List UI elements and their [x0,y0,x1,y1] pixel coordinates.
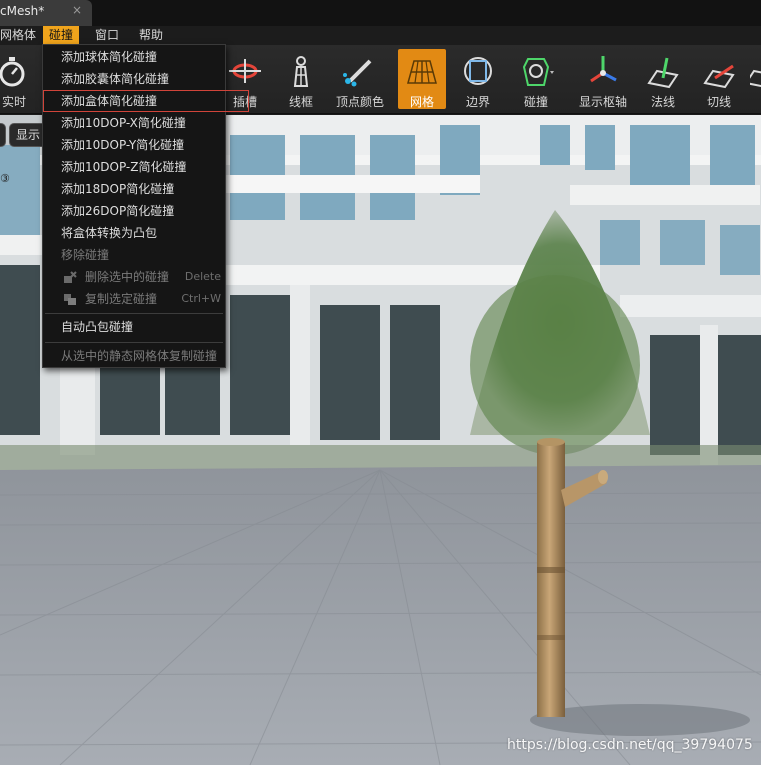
duplicate-shortcut: Ctrl+W [181,292,221,305]
delete-selected-collision-label: 删除选中的碰撞 [85,270,170,284]
normals-label: 法线 [650,95,675,109]
menu-help[interactable]: 帮助 [133,26,169,45]
grid-button[interactable]: 网格 [398,49,446,109]
add-10dop-x-collision-item[interactable]: 添加10DOP-X简化碰撞 [43,112,225,134]
add-18dop-collision-item[interactable]: 添加18DOP简化碰撞 [43,178,225,200]
add-10dop-z-collision-item[interactable]: 添加10DOP-Z简化碰撞 [43,156,225,178]
delete-selected-collision-item: 删除选中的碰撞 Delete [43,266,225,288]
viewport-options-button[interactable] [0,123,6,147]
duplicate-selected-collision-label: 复制选定碰撞 [85,292,158,306]
realtime-label: 实时 [1,95,26,109]
wireframe-icon [293,56,309,87]
convert-box-to-convex-item[interactable]: 将盒体转换为凸包 [43,222,225,244]
collision-button[interactable]: 碰撞 [510,49,562,109]
collision-icon [522,58,554,86]
stopwatch-icon [0,57,25,87]
wireframe-button[interactable]: 线框 [280,49,322,109]
add-sphere-collision-item[interactable]: 添加球体简化碰撞 [43,46,225,68]
tangents-button[interactable]: 切线 [698,49,740,109]
copy-collision-from-selected-item: 从选中的静态网格体复制碰撞 [61,349,218,363]
grid-icon [407,60,437,84]
collision-dropdown: 添加球体简化碰撞 添加胶囊体简化碰撞 添加盒体简化碰撞 添加10DOP-X简化碰… [42,44,249,368]
document-tab-title: cMesh* [0,4,45,18]
bounds-button[interactable]: 边界 [456,49,500,109]
tangents-icon [703,64,735,89]
more-toolbar-button[interactable] [750,49,761,109]
delete-collision-icon [64,271,77,283]
duplicate-selected-collision-item: 复制选定碰撞 Ctrl+W [43,288,225,310]
vertex-color-icon [343,59,372,87]
vertex-colors-button[interactable]: 顶点颜色 [332,49,388,109]
pivot-icon [590,56,617,83]
add-box-collision-item[interactable]: 添加盒体简化碰撞 [43,90,249,112]
menu-separator [45,313,223,314]
duplicate-collision-icon [64,294,76,305]
menu-mesh[interactable]: 网格体 [0,26,42,45]
socket-icon [229,59,261,83]
normals-icon [647,57,679,89]
menu-window[interactable]: 窗口 [89,26,125,45]
add-10dop-y-collision-item[interactable]: 添加10DOP-Y简化碰撞 [43,134,225,156]
grid-label: 网格 [409,95,434,109]
close-tab-icon[interactable]: × [72,3,82,17]
delete-shortcut: Delete [184,270,221,283]
remove-collision-item: 移除碰撞 [61,248,110,262]
add-capsule-collision-item[interactable]: 添加胶囊体简化碰撞 [43,68,225,90]
watermark-url: https://blog.csdn.net/qq_39794075 [507,737,753,753]
binormals-icon [750,69,761,88]
menu-bar: 网格体 碰撞 窗口 帮助 [0,26,761,45]
bounds-label: 边界 [465,95,490,109]
collision-label: 碰撞 [523,95,548,109]
viewport-side-glyph: ③ [0,172,10,185]
add-26dop-collision-item[interactable]: 添加26DOP简化碰撞 [43,200,225,222]
bounds-icon [464,57,492,85]
normals-button[interactable]: 法线 [642,49,684,109]
tab-strip: cMesh* × [0,0,761,26]
tangents-label: 切线 [706,95,731,109]
wireframe-label: 线框 [288,95,313,109]
auto-convex-collision-item[interactable]: 自动凸包碰撞 [43,316,225,338]
vertex-colors-label: 顶点颜色 [335,95,384,109]
realtime-button[interactable]: 实时 [0,49,36,109]
show-pivot-label: 显示枢轴 [578,95,627,109]
menu-separator [45,342,223,343]
menu-collision[interactable]: 碰撞 [43,26,80,45]
document-tab[interactable]: cMesh* × [0,0,92,26]
show-pivot-button[interactable]: 显示枢轴 [574,49,632,109]
